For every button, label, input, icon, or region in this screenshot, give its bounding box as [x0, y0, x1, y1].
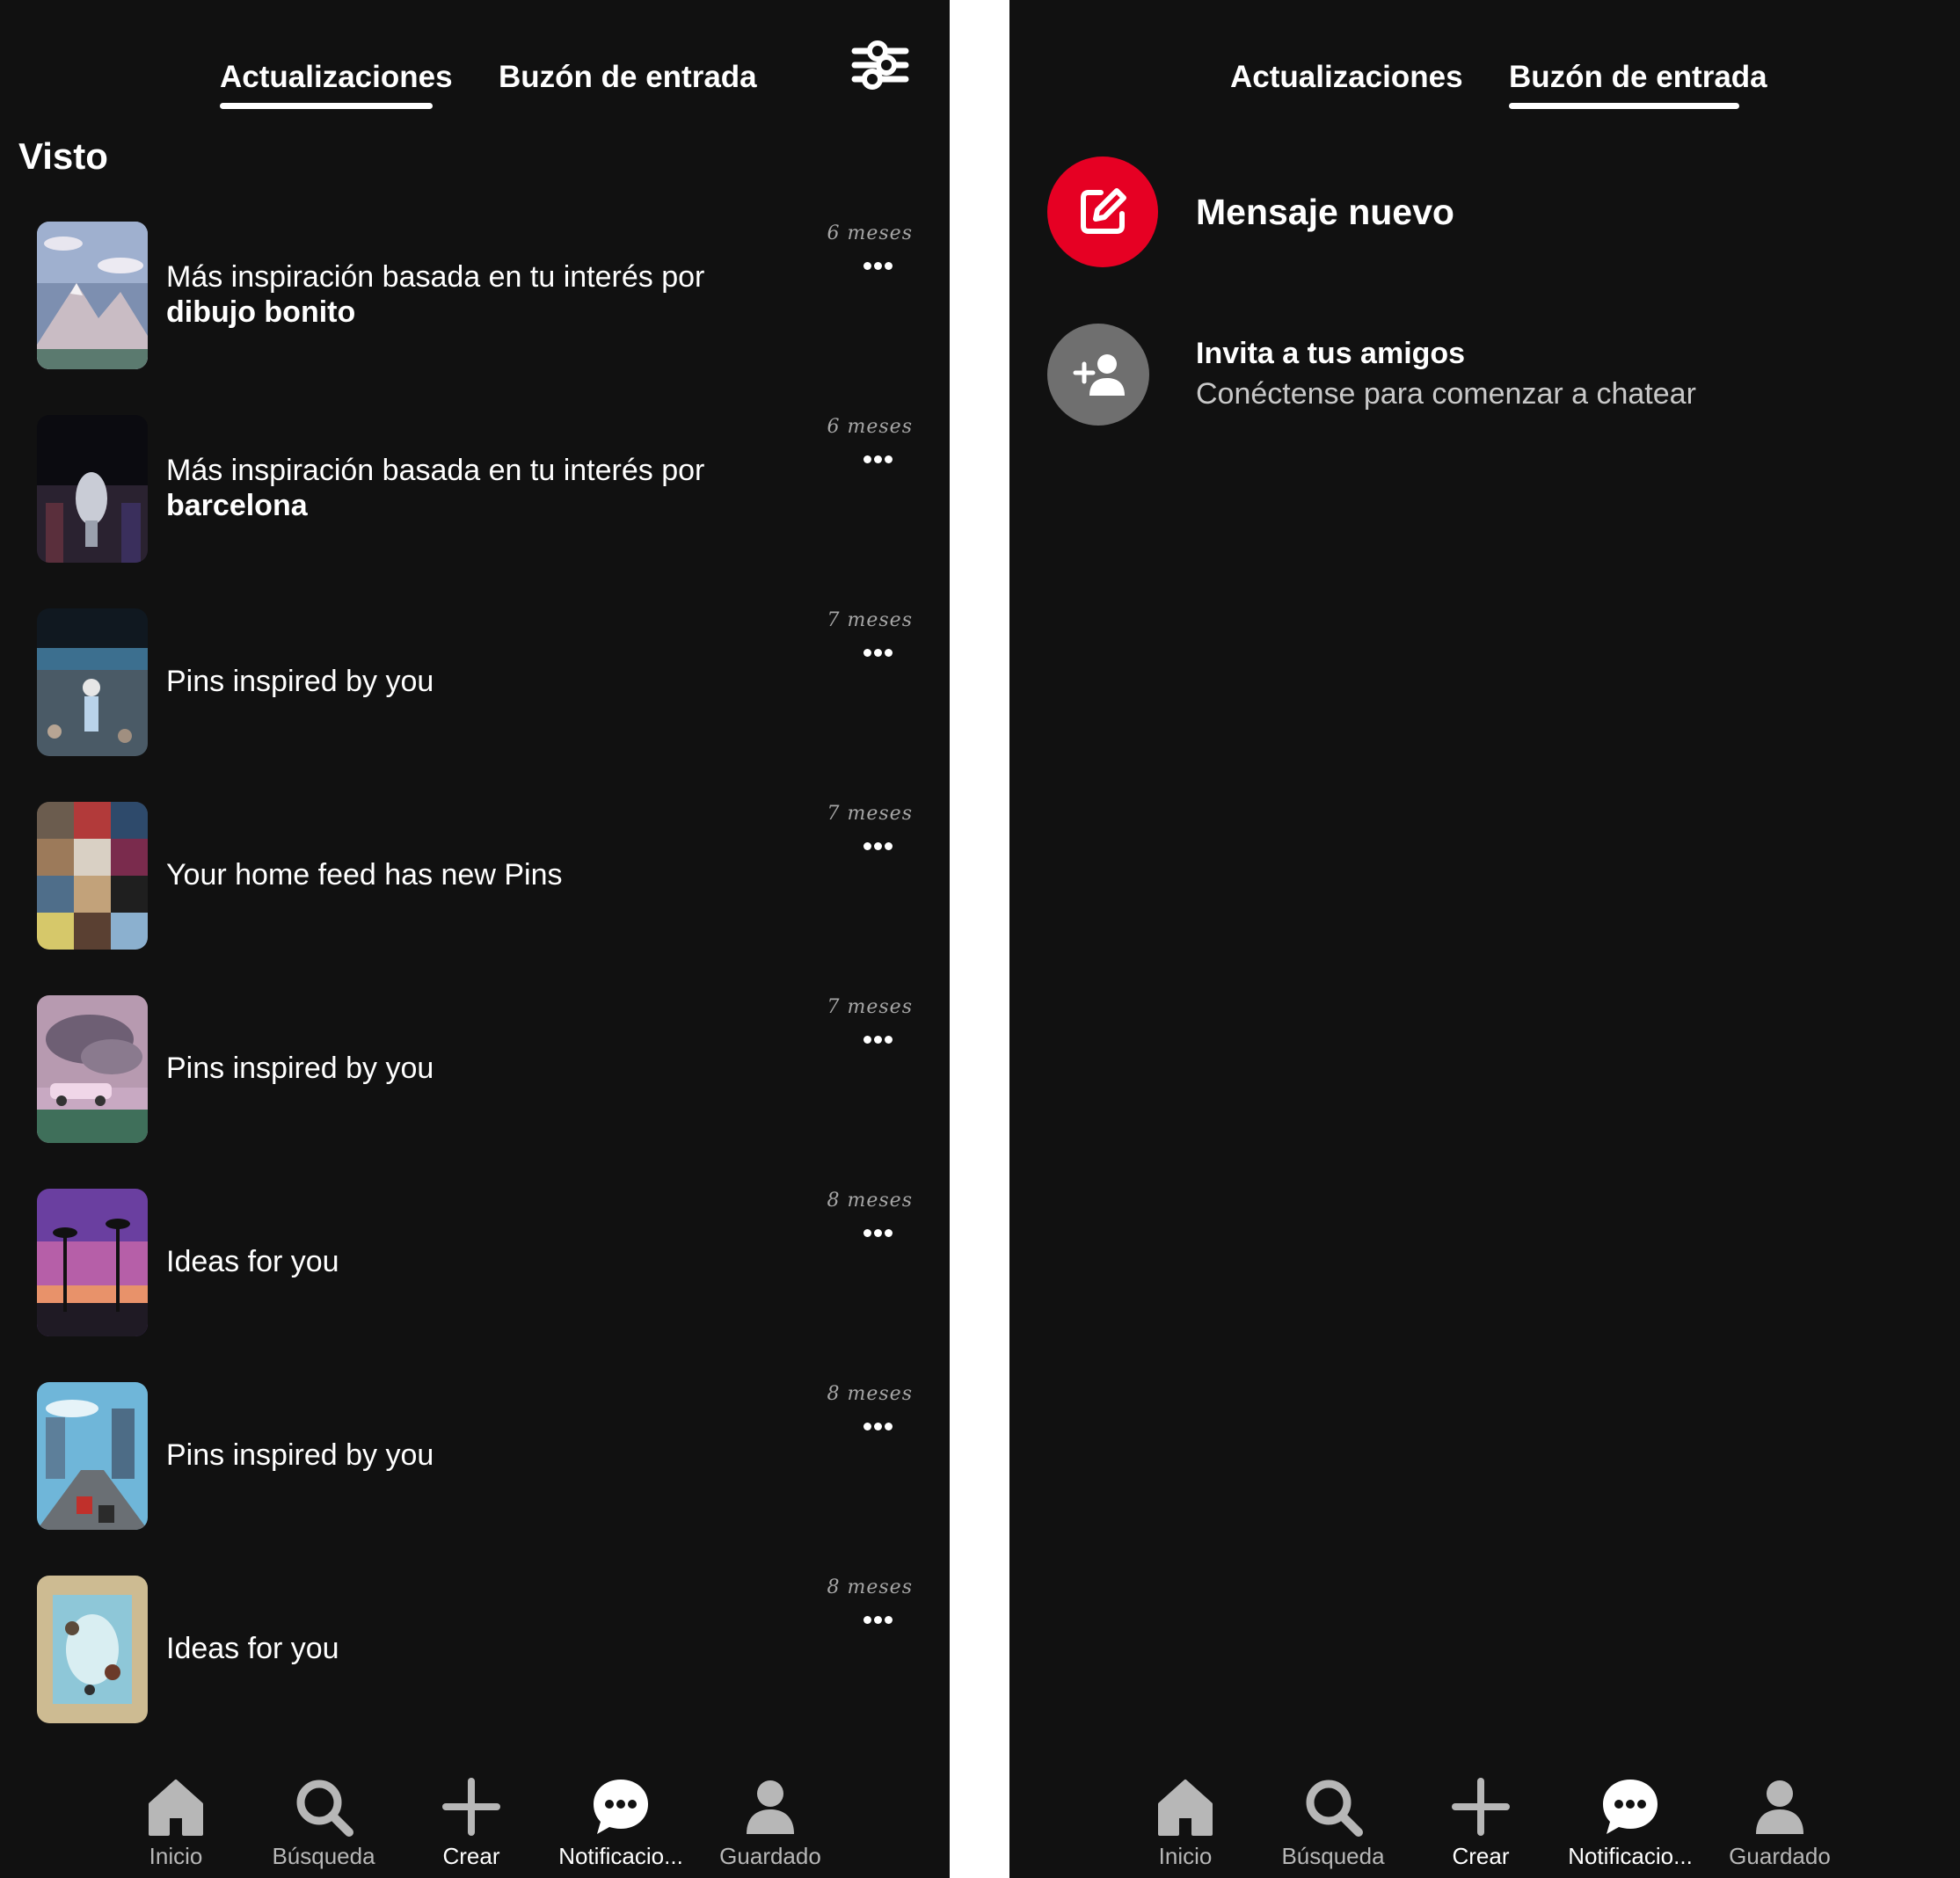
- sliders-icon[interactable]: [851, 39, 909, 91]
- section-title-seen: Visto: [18, 135, 108, 177]
- pin-thumbnail[interactable]: [37, 222, 148, 369]
- nav-search[interactable]: Búsqueda: [253, 1758, 394, 1878]
- chat-bubble-icon: [590, 1776, 652, 1838]
- home-icon: [1155, 1776, 1216, 1838]
- more-options-icon[interactable]: [863, 453, 893, 465]
- search-icon: [1302, 1776, 1364, 1838]
- pin-thumbnail[interactable]: [37, 1382, 148, 1530]
- notification-topic: barcelona: [166, 489, 308, 522]
- notification-text: Pins inspired by you: [166, 1358, 782, 1552]
- compose-icon: [1076, 186, 1129, 238]
- pin-thumbnail[interactable]: [37, 802, 148, 950]
- tab-updates-underline: [220, 103, 433, 109]
- notification-time: 8 meses: [827, 1190, 913, 1212]
- nav-create[interactable]: Crear: [1410, 1758, 1551, 1878]
- notification-row[interactable]: Más inspiración basada en tu interés por…: [0, 198, 950, 391]
- notification-line: Ideas for you: [166, 1245, 339, 1278]
- notification-time: 7 meses: [827, 609, 913, 631]
- notification-topic: dibujo bonito: [166, 295, 356, 329]
- bottom-nav: Inicio Búsqueda Crear Notificacio... Gua…: [1009, 1758, 1959, 1878]
- notification-line: Ideas for you: [166, 1632, 339, 1665]
- notification-text: Ideas for you: [166, 1165, 782, 1358]
- notification-line: Pins inspired by you: [166, 1052, 434, 1085]
- nav-label: Guardado: [719, 1843, 821, 1869]
- nav-notifications[interactable]: Notificacio...: [550, 1758, 691, 1878]
- nav-saved[interactable]: Guardado: [700, 1758, 841, 1878]
- nav-saved[interactable]: Guardado: [1709, 1758, 1850, 1878]
- notification-text: Más inspiración basada en tu interés por…: [166, 391, 782, 585]
- new-message-button[interactable]: [1047, 156, 1158, 267]
- notification-line: Pins inspired by you: [166, 1438, 434, 1472]
- new-message-label[interactable]: Mensaje nuevo: [1196, 190, 1454, 234]
- tab-inbox[interactable]: Buzón de entrada: [499, 56, 757, 98]
- tab-inbox-underline: [1509, 103, 1739, 109]
- pin-thumbnail[interactable]: [37, 1189, 148, 1336]
- notification-text: Your home feed has new Pins: [166, 778, 782, 972]
- invite-title[interactable]: Invita a tus amigos: [1196, 334, 1465, 373]
- add-person-icon: [1072, 350, 1125, 399]
- notification-row[interactable]: Your home feed has new Pins 7 meses: [0, 778, 950, 972]
- more-options-icon[interactable]: [863, 646, 893, 659]
- notification-row[interactable]: Pins inspired by you 7 meses: [0, 972, 950, 1165]
- notification-time: 6 meses: [827, 222, 913, 244]
- notification-text: Más inspiración basada en tu interés por…: [166, 198, 782, 391]
- more-options-icon[interactable]: [863, 1613, 893, 1626]
- notification-text: Pins inspired by you: [166, 972, 782, 1165]
- pin-thumbnail[interactable]: [37, 1576, 148, 1723]
- nav-notifications[interactable]: Notificacio...: [1560, 1758, 1701, 1878]
- plus-icon: [441, 1776, 502, 1838]
- updates-panel: Actualizaciones Buzón de entrada Visto M…: [0, 0, 950, 1878]
- profile-icon: [740, 1776, 801, 1838]
- invite-subtitle: Conéctense para comenzar a chatear: [1196, 377, 1696, 411]
- more-options-icon[interactable]: [863, 1033, 893, 1045]
- notification-time: 8 meses: [827, 1383, 913, 1405]
- notification-text: Ideas for you: [166, 1552, 782, 1745]
- notification-row[interactable]: Ideas for you 8 meses: [0, 1165, 950, 1358]
- notification-time: 8 meses: [827, 1576, 913, 1598]
- pin-thumbnail[interactable]: [37, 608, 148, 756]
- notification-line: Más inspiración basada en tu interés por: [166, 260, 705, 294]
- pin-thumbnail[interactable]: [37, 995, 148, 1143]
- more-options-icon[interactable]: [863, 840, 893, 852]
- notification-row[interactable]: Pins inspired by you 7 meses: [0, 585, 950, 778]
- plus-icon: [1450, 1776, 1512, 1838]
- nav-label: Guardado: [1729, 1843, 1831, 1869]
- chat-bubble-icon: [1599, 1776, 1661, 1838]
- nav-search[interactable]: Búsqueda: [1263, 1758, 1403, 1878]
- nav-home[interactable]: Inicio: [106, 1758, 246, 1878]
- home-icon: [145, 1776, 207, 1838]
- search-icon: [293, 1776, 354, 1838]
- notification-time: 6 meses: [827, 416, 913, 438]
- nav-home[interactable]: Inicio: [1115, 1758, 1256, 1878]
- notification-text: Pins inspired by you: [166, 585, 782, 778]
- tab-inbox[interactable]: Buzón de entrada: [1509, 56, 1767, 98]
- notification-row[interactable]: Más inspiración basada en tu interés por…: [0, 391, 950, 585]
- tab-updates[interactable]: Actualizaciones: [220, 56, 453, 98]
- profile-icon: [1749, 1776, 1811, 1838]
- notification-line: Your home feed has new Pins: [166, 858, 563, 892]
- nav-create[interactable]: Crear: [401, 1758, 542, 1878]
- bottom-nav: Inicio Búsqueda Crear Notificacio... Gua…: [0, 1758, 950, 1878]
- notification-time: 7 meses: [827, 996, 913, 1018]
- more-options-icon[interactable]: [863, 259, 893, 272]
- pin-thumbnail[interactable]: [37, 415, 148, 563]
- notification-row[interactable]: Ideas for you 8 meses: [0, 1552, 950, 1745]
- tab-updates[interactable]: Actualizaciones: [1230, 56, 1463, 98]
- more-options-icon[interactable]: [863, 1420, 893, 1432]
- notification-line: Pins inspired by you: [166, 665, 434, 698]
- more-options-icon[interactable]: [863, 1227, 893, 1239]
- inbox-panel: Actualizaciones Buzón de entrada Mensaje…: [1009, 0, 1960, 1878]
- invite-friends-button[interactable]: [1047, 324, 1149, 426]
- notification-time: 7 meses: [827, 803, 913, 825]
- notification-row[interactable]: Pins inspired by you 8 meses: [0, 1358, 950, 1552]
- notification-line: Más inspiración basada en tu interés por: [166, 454, 705, 487]
